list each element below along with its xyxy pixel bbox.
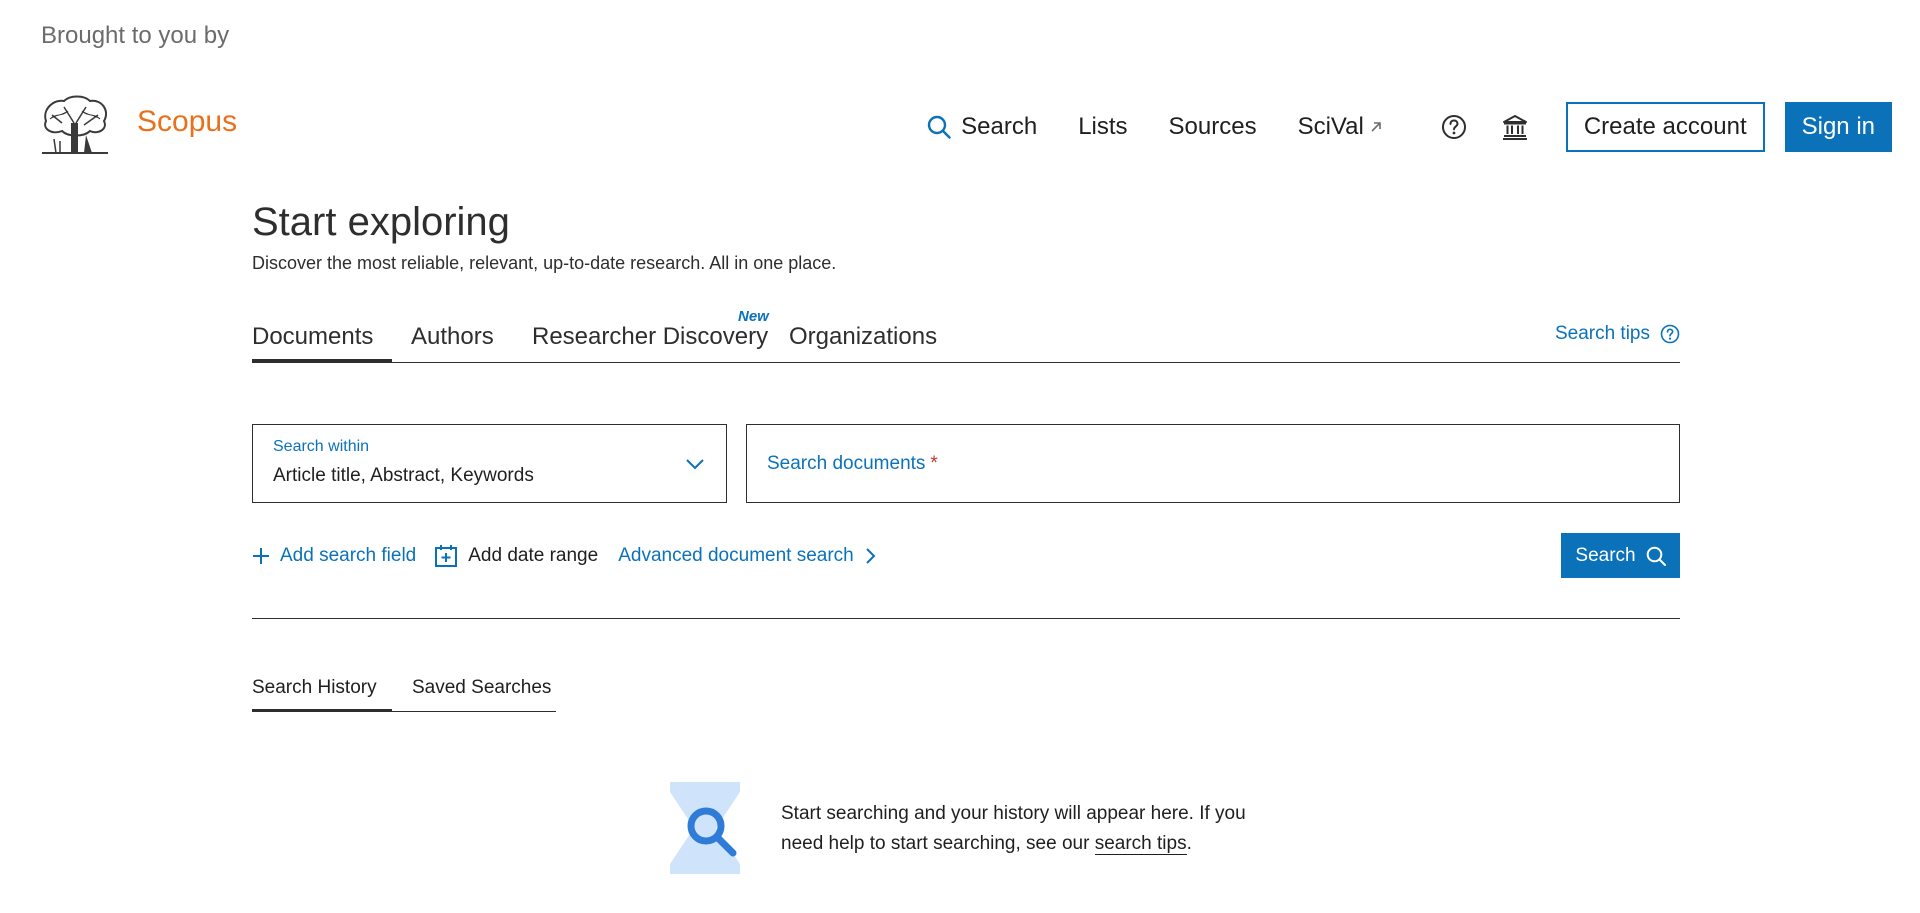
create-account-button[interactable]: Create account [1565,102,1765,152]
tab-organizations[interactable]: Organizations [789,323,937,351]
search-actions: Add search field Add date range Advanced… [252,542,876,570]
search-tips-label: Search tips [1554,323,1650,344]
scopus-brand[interactable]: Scopus [137,105,237,139]
search-documents-label: Search documents * [767,453,938,475]
search-button[interactable]: Search [1561,533,1680,578]
search-tips-link[interactable]: Search tips [1555,323,1680,345]
tab-selected-indicator [252,359,392,363]
top-navigation: Search Lists Sources SciVal Create accou… [927,102,1892,152]
nav-sources[interactable]: Sources [1169,113,1257,141]
elsevier-tree-logo[interactable] [40,95,110,157]
new-badge: New [738,308,769,325]
nav-search-label: Search [961,113,1038,140]
empty-history-message: Start searching and your history will ap… [781,799,1281,859]
page-subtitle: Discover the most reliable, relevant, up… [252,253,837,273]
nav-scival-label: SciVal [1297,113,1364,140]
search-tips-inline-link[interactable]: search tips [1094,833,1187,855]
external-link-icon [1371,122,1381,132]
search-icon [1646,546,1666,566]
tab-saved-searches[interactable]: Saved Searches [412,677,551,699]
plus-icon [253,548,269,564]
add-search-field-label: Add search field [280,545,417,566]
tab-authors[interactable]: Authors [411,323,494,351]
search-button-label: Search [1575,544,1636,566]
add-date-range-button[interactable]: Add date range [434,544,598,568]
history-tab-selected-indicator [252,709,392,712]
search-within-select[interactable]: Search within Article title, Abstract, K… [252,424,727,503]
tab-search-history[interactable]: Search History [252,677,377,699]
help-circle-icon[interactable] [1441,114,1467,140]
tab-documents[interactable]: Documents [252,323,373,351]
required-marker: * [930,453,938,474]
search-documents-label-text: Search documents [767,453,926,474]
sign-in-button[interactable]: Sign in [1784,102,1892,152]
institution-icon[interactable] [1501,113,1529,141]
advanced-search-link[interactable]: Advanced document search [618,545,876,567]
search-icon [927,115,951,139]
nav-scival[interactable]: SciVal [1298,113,1383,141]
hourglass-search-illustration [670,782,740,874]
page-title: Start exploring [252,200,510,244]
search-within-value: Article title, Abstract, Keywords [273,465,534,486]
tab-researcher-discovery[interactable]: Researcher Discovery [532,323,768,351]
search-within-label: Search within [273,438,370,455]
chevron-down-icon [686,459,704,470]
help-circle-icon [1660,324,1680,344]
search-type-tabs: Documents Authors Researcher Discovery N… [252,308,1680,363]
advanced-search-label: Advanced document search [618,545,854,566]
nav-lists[interactable]: Lists [1078,113,1127,141]
section-divider [252,618,1680,619]
nav-search[interactable]: Search [927,113,1037,141]
add-search-field-button[interactable]: Add search field [252,545,416,567]
add-date-range-label: Add date range [468,545,599,566]
search-documents-input[interactable]: Search documents * [746,424,1680,503]
calendar-add-icon [435,545,458,567]
empty-history-period: . [1186,833,1192,854]
chevron-right-icon [866,548,876,564]
brought-to-you-by: Brought to you by [41,22,230,49]
history-tabs: Search History Saved Searches [252,675,556,712]
